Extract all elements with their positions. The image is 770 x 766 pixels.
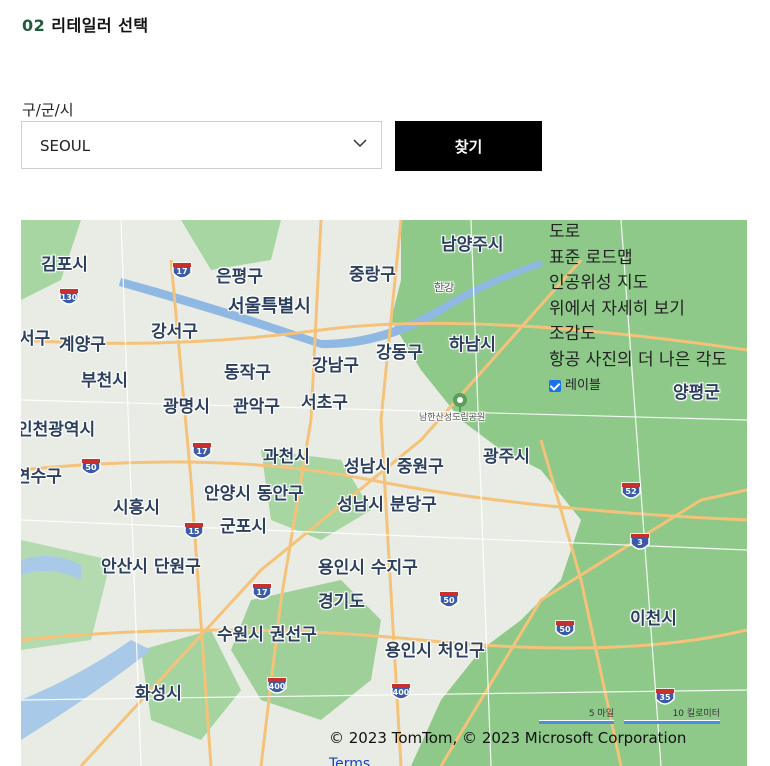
place-label: 중랑구 (349, 265, 396, 285)
place-label: 광명시 (163, 397, 210, 417)
section-number: 02 (22, 16, 46, 35)
scale-miles-label: 5 마일 (588, 709, 614, 719)
map-style-top-down-detail[interactable]: 위에서 자세히 보기 (549, 297, 727, 323)
highway-shield-icon: 50 (439, 590, 459, 612)
place-label: 서울특별시 (228, 296, 311, 317)
shield-number: 3 (637, 538, 643, 547)
place-label: 연수구 (21, 467, 62, 487)
shield-number: 400 (268, 682, 286, 691)
map-style-menu: 도로 표준 로드맵 인공위성 지도 위에서 자세히 보기 조감도 항공 사진의 … (549, 220, 727, 399)
place-label: 인천광역시 (21, 420, 96, 440)
map-copyright: © 2023 TomTom, © 2023 Microsoft Corporat… (329, 729, 687, 747)
shield-number: 130 (60, 293, 78, 302)
place-label: 안산시 단원구 (101, 557, 201, 577)
shield-number: 52 (625, 487, 637, 496)
highway-shield-icon: 3 (630, 532, 650, 554)
highway-shield-icon: 400 (267, 676, 287, 698)
place-label: 남양주시 (441, 235, 504, 255)
chevron-down-icon (353, 139, 367, 148)
district-label: 구/군/시 (22, 101, 74, 119)
place-label: 과천시 (263, 447, 310, 467)
place-label: 용인시 처인구 (385, 641, 485, 661)
shield-number: 50 (85, 463, 97, 472)
scale-miles-bar (539, 720, 614, 724)
shield-number: 50 (443, 596, 455, 605)
place-label: 서구 (21, 329, 51, 349)
map-style-satellite[interactable]: 인공위성 지도 (549, 271, 727, 297)
place-label: 은평구 (216, 267, 263, 287)
shield-number: 50 (559, 625, 571, 634)
highway-shield-icon: 17 (252, 582, 272, 604)
highway-shield-icon: 50 (81, 457, 101, 479)
highway-shield-icon: 50 (555, 619, 575, 641)
district-select[interactable]: SEOUL (21, 121, 382, 169)
place-label: 이천시 (630, 609, 677, 629)
place-label: 서초구 (301, 393, 348, 413)
map-style-road[interactable]: 도로 (549, 220, 727, 246)
map-style-standard-roadmap[interactable]: 표준 로드맵 (549, 246, 727, 272)
highway-shield-icon: 130 (59, 287, 79, 309)
place-label: 동작구 (224, 363, 271, 383)
scale-miles: 5 마일 (539, 706, 614, 724)
highway-shield-icon: 17 (192, 441, 212, 463)
place-label: 화성시 (135, 684, 182, 704)
scale-km: 10 킬로미터 (624, 706, 720, 724)
river-label: 한강 (434, 281, 455, 294)
map-style-aerial-angle[interactable]: 항공 사진의 더 나은 각도 (549, 348, 727, 374)
place-label: 부천시 (81, 371, 128, 391)
park-pin-icon (453, 393, 467, 412)
terms-link[interactable]: Terms (329, 756, 370, 766)
section-title: 02 리테일러 선택 (22, 12, 149, 36)
place-label: 김포시 (41, 255, 88, 275)
shield-number: 15 (188, 527, 200, 536)
scale-km-bar (624, 720, 720, 724)
place-label: 강남구 (312, 356, 359, 376)
place-label: 용인시 수지구 (318, 558, 418, 578)
highway-shield-icon: 400 (391, 682, 411, 704)
shield-number: 35 (659, 693, 671, 702)
map-view[interactable]: 김포시 은평구 중랑구 남양주시 서울특별시 강서구 계양구 서구 하남시 강동… (21, 220, 747, 766)
shield-number: 17 (256, 588, 268, 597)
labels-toggle-text: 레이블 (565, 378, 601, 393)
shield-number: 17 (176, 267, 188, 276)
shield-number: 400 (392, 688, 410, 697)
place-label: 안양시 동안구 (204, 484, 304, 504)
map-style-birdseye[interactable]: 조감도 (549, 322, 727, 348)
place-label: 하남시 (449, 335, 496, 355)
scale-km-label: 10 킬로미터 (672, 709, 720, 719)
place-label: 성남시 중원구 (344, 457, 444, 477)
place-label: 군포시 (220, 517, 267, 537)
place-label: 수원시 권선구 (217, 625, 317, 645)
place-label: 강동구 (376, 343, 423, 363)
place-label: 경기도 (318, 592, 365, 612)
highway-shield-icon: 15 (184, 521, 204, 543)
place-label: 계양구 (59, 335, 106, 355)
labels-toggle[interactable]: 레이블 (549, 373, 727, 399)
section-title-text: 리테일러 선택 (51, 16, 149, 35)
place-label: 성남시 분당구 (337, 495, 437, 515)
find-button[interactable]: 찾기 (395, 121, 542, 171)
highway-shield-icon: 52 (621, 481, 641, 503)
place-label: 관악구 (233, 397, 280, 417)
shield-number: 17 (196, 447, 208, 456)
place-label: 강서구 (151, 322, 198, 342)
checkbox-checked-icon[interactable] (549, 379, 561, 392)
highway-shield-icon: 17 (172, 261, 192, 283)
place-label: 시흥시 (113, 498, 160, 518)
district-select-value: SEOUL (40, 137, 91, 155)
place-label: 광주시 (483, 447, 530, 467)
